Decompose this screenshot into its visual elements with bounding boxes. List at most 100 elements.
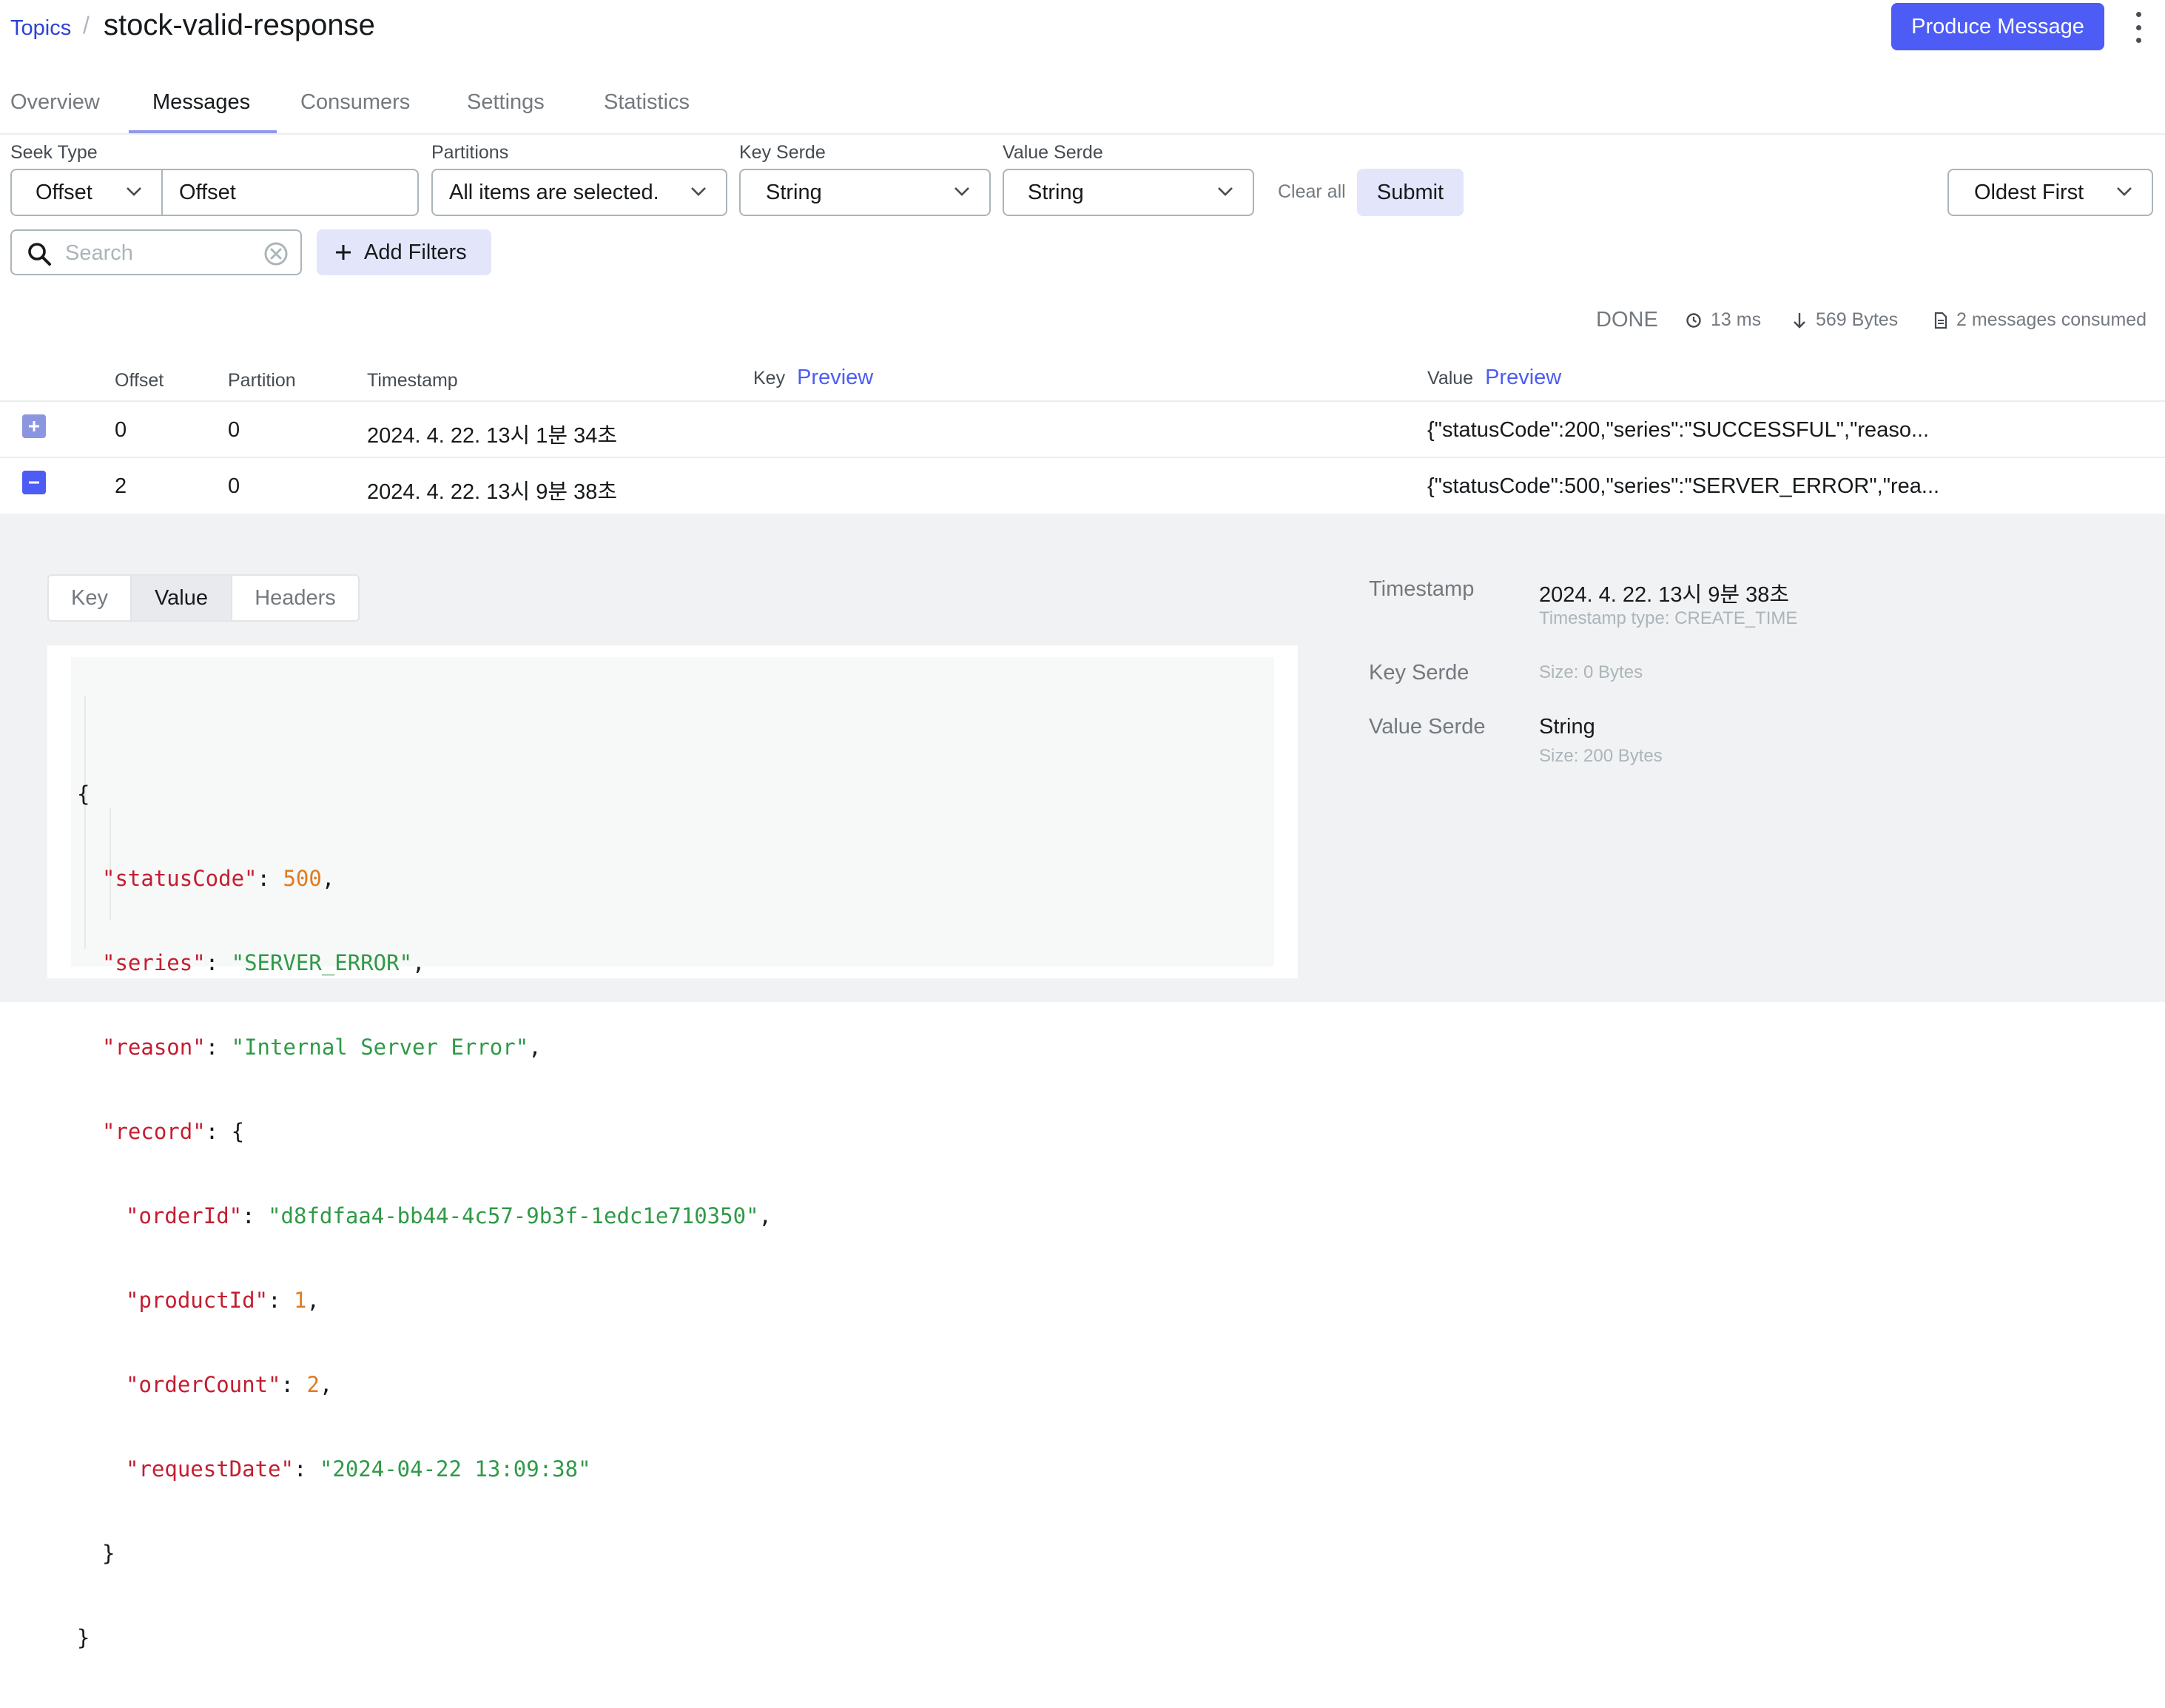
seek-type-label: Seek Type: [10, 142, 98, 163]
json-content: { "statusCode": 500, "series": "SERVER_E…: [71, 657, 1274, 1650]
json-line: }: [77, 1625, 90, 1650]
messages-stat: 2 messages consumed: [1934, 309, 2147, 331]
file-icon: [1934, 312, 1947, 329]
json-line: "requestDate": "2024-04-22 13:09:38": [126, 1456, 591, 1482]
more-options-icon[interactable]: [2129, 9, 2147, 46]
active-tab-indicator: [129, 130, 277, 133]
chevron-down-icon: [1218, 187, 1233, 196]
meta-value-serde-value: String: [1539, 715, 1595, 739]
tab-settings[interactable]: Settings: [467, 90, 545, 115]
add-filters-label: Add Filters: [364, 240, 467, 264]
clear-search-icon[interactable]: [263, 241, 289, 266]
column-key: Key Preview: [753, 366, 873, 390]
search-input[interactable]: [64, 238, 249, 268]
key-preview-link[interactable]: Preview: [797, 366, 873, 389]
row-partition: 0: [228, 418, 240, 442]
key-serde-label: Key Serde: [739, 142, 826, 163]
partitions-select[interactable]: All items are selected.: [431, 169, 727, 216]
meta-timestamp-value: 2024. 4. 22. 13시 9분 38초: [1539, 583, 1790, 607]
messages-value: 2 messages consumed: [1956, 309, 2147, 330]
seek-type-value: Offset: [36, 180, 92, 204]
table-row-divider: [0, 457, 2165, 458]
column-key-label: Key: [753, 368, 786, 389]
partitions-label: Partitions: [431, 142, 509, 163]
app-root: Topics / stock-valid-response Produce Me…: [0, 0, 2165, 1650]
json-line: "orderCount": 2,: [126, 1372, 333, 1397]
clear-all-button[interactable]: Clear all: [1278, 181, 1346, 203]
search-icon: [28, 243, 51, 266]
json-line: {: [77, 781, 90, 807]
meta-value-size: Size: 200 Bytes: [1539, 746, 1663, 766]
page-title: stock-valid-response: [104, 9, 375, 41]
chevron-down-icon: [127, 187, 141, 196]
chevron-down-icon: [2117, 187, 2132, 196]
column-timestamp: Timestamp: [367, 370, 458, 391]
json-line: "statusCode": 500,: [102, 866, 335, 891]
row-offset: 0: [115, 418, 127, 442]
chevron-down-icon: [954, 187, 969, 196]
row-timestamp: 2024. 4. 22. 13시 9분 38초: [367, 480, 618, 504]
consume-status: DONE: [1596, 308, 1658, 332]
elapsed-value: 13 ms: [1711, 309, 1762, 330]
tab-statistics[interactable]: Statistics: [604, 90, 690, 115]
column-value: Value Preview: [1427, 366, 1561, 390]
elapsed-stat: 13 ms: [1686, 309, 1761, 331]
json-line: }: [102, 1541, 115, 1566]
expand-row-icon[interactable]: [22, 414, 46, 438]
indent-guide: [84, 696, 86, 949]
details-tab-key[interactable]: Key: [49, 576, 132, 620]
details-tabs: Key Value Headers: [47, 574, 360, 622]
tabs-divider: [0, 133, 2165, 135]
breadcrumb-separator: /: [83, 12, 90, 38]
plus-icon: [336, 245, 351, 260]
meta-key-serde-label: Key Serde: [1369, 661, 1469, 685]
bytes-stat: 569 Bytes: [1792, 309, 1898, 331]
json-line: "reason": "Internal Server Error",: [102, 1035, 542, 1060]
column-partition: Partition: [228, 370, 296, 391]
column-offset: Offset: [115, 370, 164, 391]
sort-order-value: Oldest First: [1974, 180, 2084, 204]
json-viewer: { "statusCode": 500, "series": "SERVER_E…: [47, 645, 1298, 1650]
offset-input[interactable]: Offset: [161, 169, 419, 216]
meta-timestamp-type: Timestamp type: CREATE_TIME: [1539, 608, 1798, 628]
value-preview-link[interactable]: Preview: [1485, 366, 1561, 389]
seek-type-select[interactable]: Offset: [10, 169, 163, 216]
json-line: "record": {: [102, 1119, 245, 1144]
chevron-down-icon: [691, 187, 706, 196]
key-serde-select[interactable]: String: [739, 169, 991, 216]
search-field[interactable]: [10, 229, 302, 275]
value-serde-label: Value Serde: [1003, 142, 1103, 163]
arrow-down-icon: [1794, 312, 1805, 329]
details-tab-value[interactable]: Value: [132, 576, 232, 620]
key-serde-value: String: [766, 180, 822, 204]
produce-message-button[interactable]: Produce Message: [1891, 3, 2104, 50]
json-line: "productId": 1,: [126, 1288, 320, 1313]
meta-key-size: Size: 0 Bytes: [1539, 662, 1643, 682]
row-timestamp: 2024. 4. 22. 13시 1분 34초: [367, 424, 618, 448]
json-line: "series": "SERVER_ERROR",: [102, 950, 425, 975]
row-partition: 0: [228, 474, 240, 498]
value-serde-value: String: [1028, 180, 1084, 204]
sort-order-select[interactable]: Oldest First: [1947, 169, 2153, 216]
bytes-value: 569 Bytes: [1816, 309, 1899, 330]
column-value-label: Value: [1427, 368, 1474, 389]
submit-button[interactable]: Submit: [1357, 169, 1464, 216]
collapse-row-icon[interactable]: [22, 471, 46, 494]
row-value[interactable]: {"statusCode":200,"series":"SUCCESSFUL",…: [1427, 418, 1929, 443]
row-offset: 2: [115, 474, 127, 498]
json-line: "orderId": "d8fdfaa4-bb44-4c57-9b3f-1edc…: [126, 1203, 772, 1228]
clock-icon: [1686, 312, 1701, 328]
value-serde-select[interactable]: String: [1003, 169, 1254, 216]
tab-consumers[interactable]: Consumers: [300, 90, 410, 115]
breadcrumb-topics-link[interactable]: Topics: [10, 16, 71, 41]
tab-overview[interactable]: Overview: [10, 90, 100, 115]
tab-messages[interactable]: Messages: [152, 90, 250, 115]
add-filters-button[interactable]: Add Filters: [317, 229, 491, 275]
meta-value-serde-label: Value Serde: [1369, 715, 1486, 739]
table-header-divider: [0, 400, 2165, 402]
row-value[interactable]: {"statusCode":500,"series":"SERVER_ERROR…: [1427, 474, 1939, 499]
details-tab-headers[interactable]: Headers: [232, 576, 358, 620]
meta-timestamp-label: Timestamp: [1369, 577, 1475, 601]
offset-input-value: Offset: [179, 180, 236, 204]
partitions-value: All items are selected.: [449, 180, 659, 204]
